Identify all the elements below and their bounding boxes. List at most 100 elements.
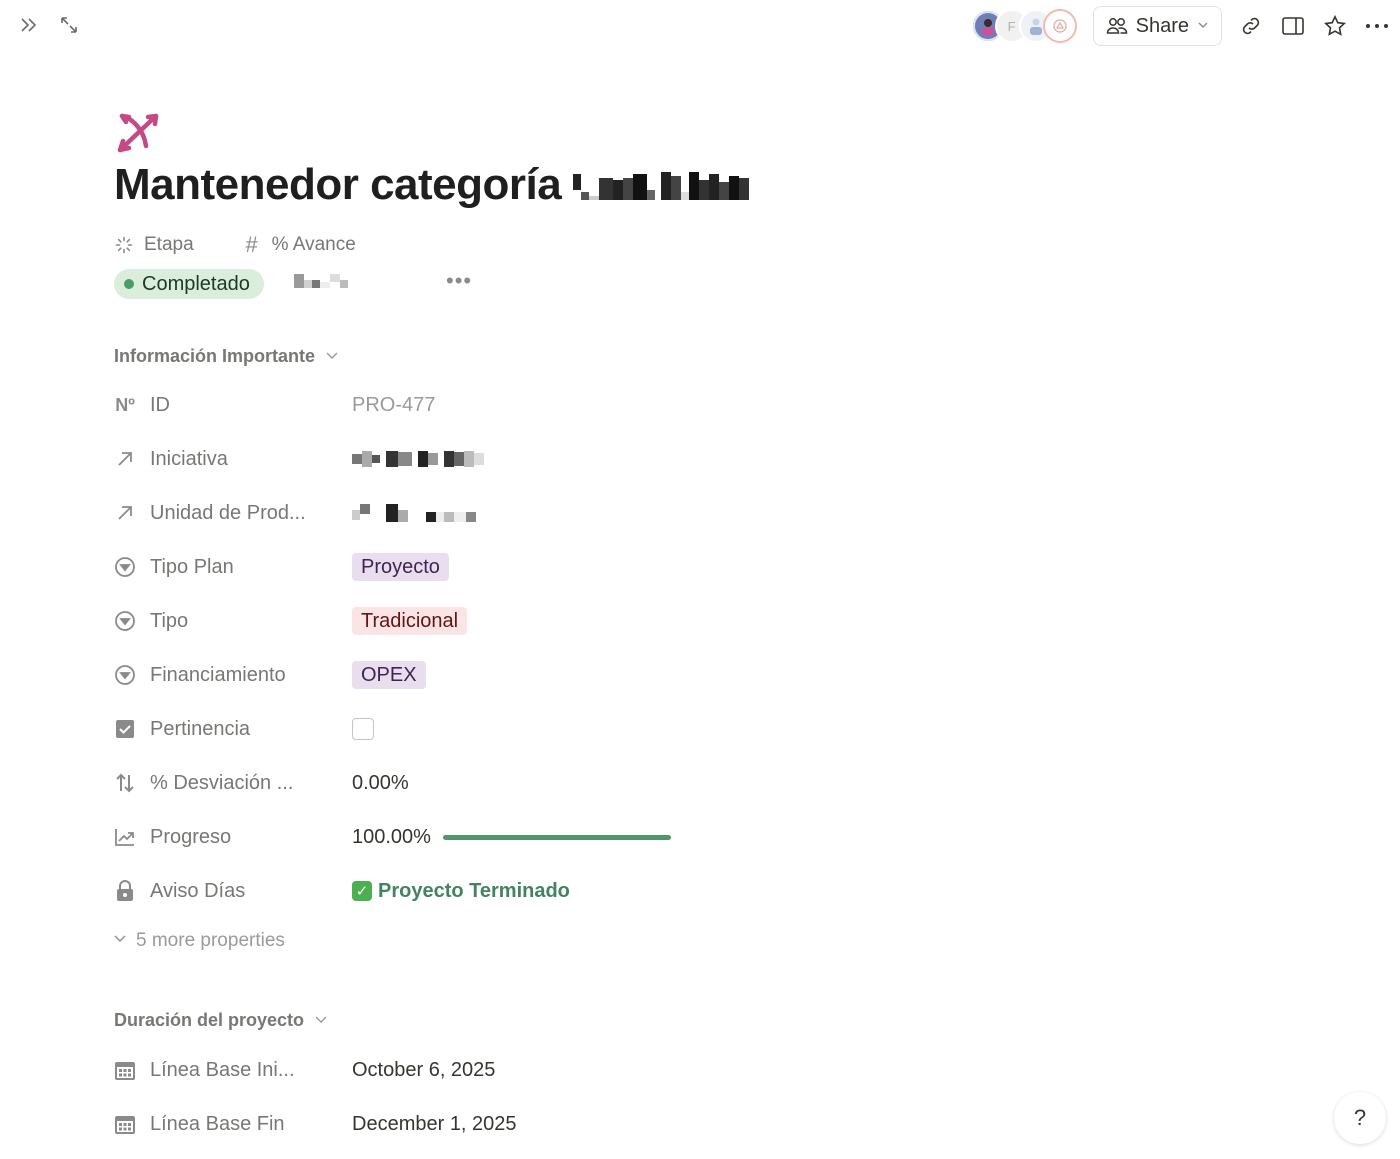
etapa-header[interactable]: Etapa (114, 232, 194, 258)
check-mark-icon: ✓ (352, 881, 372, 901)
hash-icon: # (245, 232, 258, 257)
chevron-down-icon (112, 930, 128, 952)
more-properties-label: 5 more properties (136, 930, 285, 951)
select-icon (112, 610, 138, 632)
unidad-redacted-value[interactable] (352, 504, 476, 522)
collaborator-avatars[interactable]: F (970, 9, 1077, 43)
section-info-title: Información Importante (114, 346, 316, 366)
etapa-status-badge[interactable]: Completado (114, 269, 264, 299)
tipo-tag[interactable]: Tradicional (352, 607, 468, 635)
property-name: Línea Base Fin (112, 1113, 352, 1136)
more-top-properties-icon[interactable]: ••• (446, 268, 472, 294)
desviacion-value: 0.00% (352, 771, 409, 794)
fin-date-value[interactable]: December 1, 2025 (352, 1113, 517, 1136)
property-value: Tradicional (352, 607, 468, 635)
checkbox-property-icon (112, 719, 138, 739)
share-label: Share (1135, 14, 1189, 37)
property-label: Progreso (150, 825, 232, 848)
sort-arrows-icon (112, 772, 138, 794)
avatar[interactable] (1042, 9, 1077, 43)
property-value: December 1, 2025 (352, 1113, 517, 1136)
calendar-icon (112, 1059, 138, 1081)
property-name: Pertinencia (112, 718, 352, 741)
property-value: ✓ Proyecto Terminado (352, 880, 570, 903)
top-bar: F Share (0, 0, 1400, 52)
property-label: Unidad de Prod... (150, 501, 306, 524)
property-row-unidad[interactable]: Unidad de Prod... (112, 493, 812, 533)
property-name: Progreso (112, 826, 352, 849)
pertinencia-checkbox[interactable] (352, 718, 374, 740)
property-row-aviso[interactable]: Aviso Días ✓ Proyecto Terminado (112, 871, 812, 911)
property-name: Nº ID (112, 394, 352, 417)
help-button[interactable]: ? (1334, 1092, 1386, 1144)
trend-chart-icon (112, 827, 138, 847)
etapa-label: Etapa (144, 234, 194, 255)
status-loader-icon (114, 236, 134, 254)
property-label: Línea Base Fin (150, 1112, 285, 1135)
property-label: % Desviación ... (150, 771, 294, 794)
redacted-text (573, 170, 750, 200)
property-label: ID (150, 393, 170, 416)
property-label: Tipo (150, 609, 189, 632)
star-icon[interactable] (1322, 13, 1348, 39)
property-value: 100.00% (352, 826, 671, 849)
property-name: Línea Base Ini... (112, 1059, 352, 1082)
top-bar-left (16, 12, 82, 38)
financiamiento-tag[interactable]: OPEX (352, 661, 426, 689)
aviso-value: Proyecto Terminado (378, 879, 570, 902)
section-duration-title: Duración del proyecto (114, 1010, 305, 1030)
property-label: Iniciativa (150, 447, 228, 470)
property-name: % Desviación ... (112, 772, 352, 795)
iniciativa-redacted-value[interactable] (352, 451, 484, 467)
relation-arrow-icon (112, 503, 138, 523)
status-dot (124, 279, 134, 289)
property-row-iniciativa[interactable]: Iniciativa (112, 439, 812, 479)
chevron-down-icon (1197, 18, 1209, 34)
id-value: PRO-477 (352, 393, 436, 416)
share-button[interactable]: Share (1092, 6, 1222, 46)
property-row-pertinencia[interactable]: Pertinencia (112, 709, 812, 749)
section-duration-header[interactable]: Duración del proyecto (114, 1010, 328, 1031)
property-row-desviacion[interactable]: % Desviación ... 0.00% (112, 763, 812, 803)
property-label: Aviso Días (150, 879, 246, 902)
avance-header[interactable]: # % Avance (242, 232, 356, 258)
chevron-down-icon (325, 348, 339, 365)
section-info-header[interactable]: Información Importante (114, 346, 339, 367)
select-icon (112, 664, 138, 686)
expand-icon[interactable] (56, 12, 82, 38)
avance-redacted-value[interactable] (294, 274, 348, 288)
property-value: 0.00% (352, 772, 409, 795)
select-icon (112, 556, 138, 578)
property-row-linea-base-fin[interactable]: Línea Base Fin December 1, 2025 (112, 1104, 812, 1144)
property-name: Tipo Plan (112, 556, 352, 579)
top-properties: Etapa # % Avance (114, 232, 356, 258)
people-icon (1106, 18, 1127, 34)
property-row-tipo[interactable]: Tipo Tradicional (112, 601, 812, 641)
collapse-sidebar-icon[interactable] (16, 12, 42, 38)
chevron-down-icon (314, 1012, 328, 1029)
link-icon[interactable] (1238, 13, 1264, 39)
relation-arrow-icon (112, 449, 138, 469)
side-peek-icon[interactable] (1280, 13, 1306, 39)
more-properties-toggle[interactable]: 5 more properties (112, 930, 285, 952)
property-row-progreso[interactable]: Progreso 100.00% (112, 817, 812, 857)
page-title[interactable]: Mantenedor categoría (114, 160, 750, 210)
inicio-date-value[interactable]: October 6, 2025 (352, 1059, 495, 1082)
progreso-value: 100.00% (352, 825, 431, 848)
calendar-icon (112, 1113, 138, 1135)
tipo-plan-tag[interactable]: Proyecto (352, 553, 449, 581)
property-label: Pertinencia (150, 717, 251, 740)
property-value: PRO-477 (352, 394, 435, 417)
page-title-text: Mantenedor categoría (114, 160, 562, 209)
property-value: October 6, 2025 (352, 1059, 495, 1082)
property-row-financiamiento[interactable]: Financiamiento OPEX (112, 655, 812, 695)
property-row-tipo-plan[interactable]: Tipo Plan Proyecto (112, 547, 812, 587)
avance-label: % Avance (271, 234, 356, 255)
property-row-id[interactable]: Nº ID PRO-477 (112, 385, 812, 425)
bow-and-arrow-icon[interactable] (112, 108, 164, 160)
property-row-linea-base-inicio[interactable]: Línea Base Ini... October 6, 2025 (112, 1050, 812, 1090)
property-value: OPEX (352, 661, 426, 689)
property-name: Unidad de Prod... (112, 502, 352, 525)
property-name: Tipo (112, 610, 352, 633)
more-options-icon[interactable] (1364, 13, 1390, 39)
